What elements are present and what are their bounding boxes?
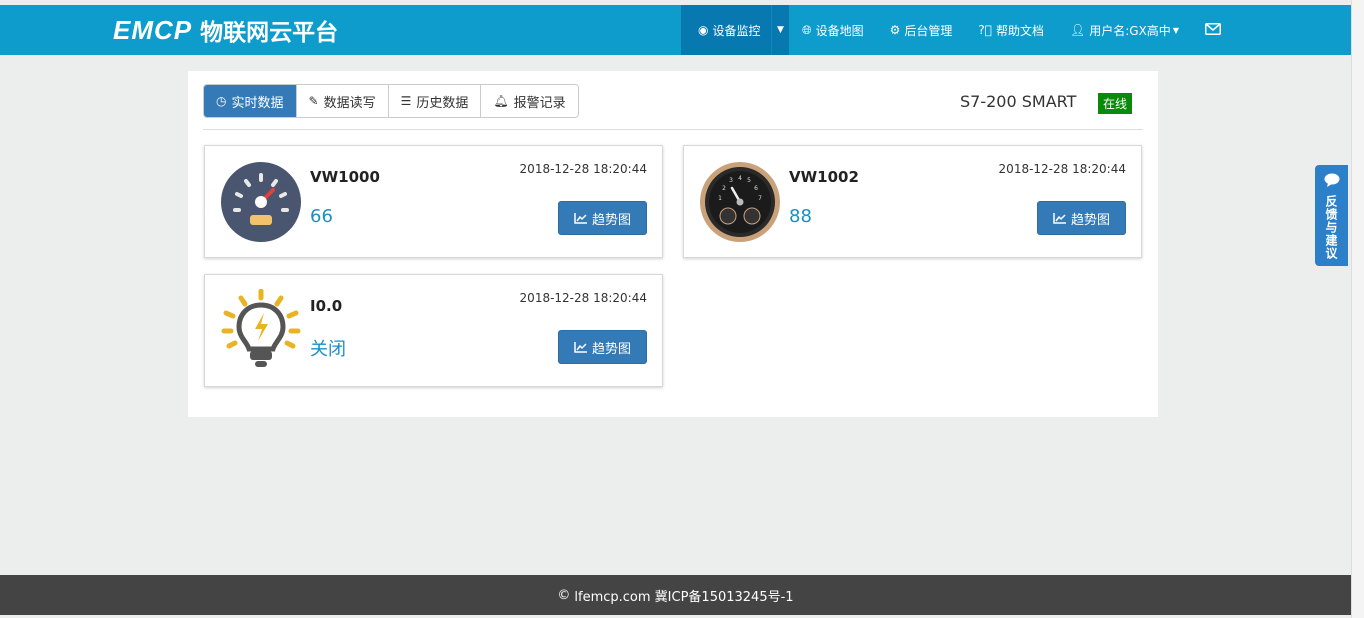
data-tabs: ◷ 实时数据 ✎ 数据读写 ☰ 历史数据 🔔︎ 报警记录 (203, 84, 579, 118)
copyright-icon: © (557, 587, 571, 603)
variable-value: 88 (789, 206, 812, 227)
status-badge: 在线 (1098, 93, 1133, 114)
line-chart-icon (574, 342, 587, 353)
pencil-icon: ✎ (308, 94, 319, 108)
data-card-vw1000: VW1000 66 2018-12-28 18:20:44 趋势图 (204, 145, 663, 258)
logo[interactable]: EMCP 物联网云平台 (113, 14, 338, 47)
line-chart-icon (1053, 213, 1066, 224)
main-panel: ◷ 实时数据 ✎ 数据读写 ☰ 历史数据 🔔︎ 报警记录 S7-200 SMAR… (188, 71, 1158, 417)
nav-label: 用户名:GX高中 (1089, 23, 1171, 38)
svg-text:5: 5 (747, 177, 751, 184)
device-name: S7-200 SMART (960, 92, 1077, 111)
tab-data-read-write[interactable]: ✎ 数据读写 (296, 85, 389, 117)
svg-text:4: 4 (738, 175, 742, 182)
footer: © lfemcp.com 冀ICP备15013245号-1 (0, 575, 1351, 615)
variable-value: 关闭 (310, 339, 346, 360)
tab-alarm-records[interactable]: 🔔︎ 报警记录 (481, 85, 578, 117)
nav-dropdown-toggle[interactable]: ▼ (771, 5, 789, 55)
timestamp: 2018-12-28 18:20:44 (998, 162, 1126, 176)
trend-chart-button[interactable]: 趋势图 (1037, 201, 1126, 235)
globe-icon: 🌐︎ (802, 22, 812, 37)
variable-name: I0.0 (310, 297, 343, 315)
line-chart-icon (574, 213, 587, 224)
footer-text: lfemcp.com 冀ICP备15013245号-1 (574, 589, 794, 605)
clock-gauge-icon: 43 5 2 6 1 7 (698, 160, 782, 244)
timestamp: 2018-12-28 18:20:44 (519, 162, 647, 176)
variable-name: VW1000 (310, 168, 380, 186)
page-scrollbar[interactable] (1351, 0, 1364, 618)
svg-text:3: 3 (729, 177, 733, 184)
list-icon: ☰ (400, 94, 412, 108)
logo-mark: EMCP (113, 14, 193, 45)
svg-text:2: 2 (722, 185, 726, 192)
nav-admin[interactable]: ⚙ 后台管理 (877, 5, 966, 55)
nav-label: 设备地图 (815, 23, 864, 38)
trend-chart-button[interactable]: 趋势图 (558, 330, 647, 364)
tab-label: 数据读写 (323, 95, 376, 111)
speedometer-icon (219, 160, 303, 244)
nav-help-docs[interactable]: ?⃝ 帮助文档 (965, 5, 1057, 55)
nav-user-menu[interactable]: 👤︎ 用户名:GX高中 ▼ (1057, 5, 1192, 55)
nav-device-map[interactable]: 🌐︎ 设备地图 (789, 5, 877, 55)
button-label: 趋势图 (591, 341, 631, 357)
svg-text:1: 1 (718, 195, 722, 202)
data-card-i0-0: I0.0 关闭 2018-12-28 18:20:44 趋势图 (204, 274, 663, 387)
svg-text:6: 6 (754, 185, 758, 192)
button-label: 趋势图 (591, 212, 631, 228)
caret-down-icon: ▼ (1172, 25, 1179, 35)
divider (203, 129, 1143, 130)
tab-label: 实时数据 (231, 95, 284, 111)
variable-value: 66 (310, 206, 333, 227)
tab-label: 历史数据 (416, 95, 469, 111)
feedback-tab[interactable]: 反馈与建议 (1315, 165, 1348, 266)
variable-name: VW1002 (789, 168, 859, 186)
trend-chart-button[interactable]: 趋势图 (558, 201, 647, 235)
nav-device-monitor[interactable]: ◉ 设备监控 (681, 5, 771, 55)
comment-icon (1324, 173, 1340, 191)
logo-text: 物联网云平台 (200, 20, 339, 46)
clock-icon: ◷ (216, 94, 227, 108)
data-card-vw1002: 435 26 17 VW1002 88 2018-12-28 18:20:44 … (683, 145, 1142, 258)
nav-label: 设备监控 (712, 23, 761, 38)
nav-messages[interactable] (1192, 5, 1234, 55)
svg-text:7: 7 (758, 195, 762, 202)
envelope-icon (1204, 22, 1221, 38)
lightbulb-icon (219, 288, 303, 373)
main-nav: ◉ 设备监控 ▼ 🌐︎ 设备地图 ⚙ 后台管理 ?⃝ 帮助文档 👤︎ 用户名:G… (681, 5, 1234, 55)
feedback-label: 反馈与建议 (1324, 195, 1338, 260)
question-icon: ?⃝ (978, 23, 992, 37)
tab-label: 报警记录 (513, 95, 566, 111)
user-icon: 👤︎ (1070, 23, 1086, 37)
gears-icon: ⚙ (889, 23, 901, 37)
nav-label: 后台管理 (904, 23, 953, 38)
tab-history-data[interactable]: ☰ 历史数据 (388, 85, 482, 117)
timestamp: 2018-12-28 18:20:44 (519, 291, 647, 305)
eye-icon: ◉ (698, 23, 709, 37)
caret-down-icon: ▼ (777, 25, 784, 35)
button-label: 趋势图 (1070, 212, 1110, 228)
tab-realtime-data[interactable]: ◷ 实时数据 (204, 85, 297, 117)
bell-icon: 🔔︎ (493, 94, 509, 108)
nav-label: 帮助文档 (995, 23, 1044, 38)
top-navbar: EMCP 物联网云平台 ◉ 设备监控 ▼ 🌐︎ 设备地图 ⚙ 后台管理 ?⃝ 帮… (0, 5, 1351, 55)
